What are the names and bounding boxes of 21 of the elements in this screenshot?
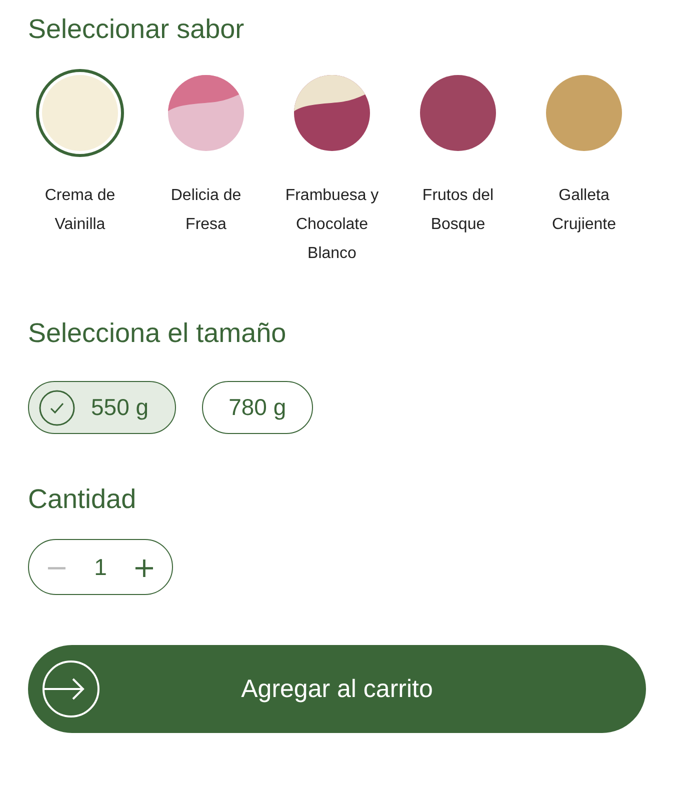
flavor-label: Delicia de Fresa <box>170 186 242 235</box>
flavor-label: Frutos del Bosque <box>421 186 495 235</box>
section-title: Selecciona el tamaño <box>28 318 288 349</box>
flavor-swatch-icon <box>419 74 497 152</box>
flavor-swatch-icon <box>293 74 371 152</box>
flavor-label: Frambuesa y Chocolate Blanco <box>284 186 380 264</box>
arrow-right-icon <box>42 660 100 718</box>
flavor-swatch-icon <box>41 74 119 152</box>
add-to-cart-button[interactable]: Agregar al carrito <box>28 645 646 733</box>
increase-button[interactable]: + <box>126 550 162 584</box>
check-icon <box>39 390 75 426</box>
flavor-swatch-icon <box>545 74 623 152</box>
size-option[interactable]: 550 g <box>28 381 176 434</box>
flavor-label: Galleta Crujiente <box>550 186 618 235</box>
quantity-value: 1 <box>94 554 107 580</box>
flavor-label: Crema de Vainilla <box>44 186 116 235</box>
size-option[interactable]: 780 g <box>202 381 314 434</box>
flavor-swatch-icon <box>167 74 245 152</box>
flavor-option[interactable] <box>36 69 124 157</box>
section-title: Cantidad <box>28 484 138 515</box>
section-title: Seleccionar sabor <box>28 14 246 45</box>
